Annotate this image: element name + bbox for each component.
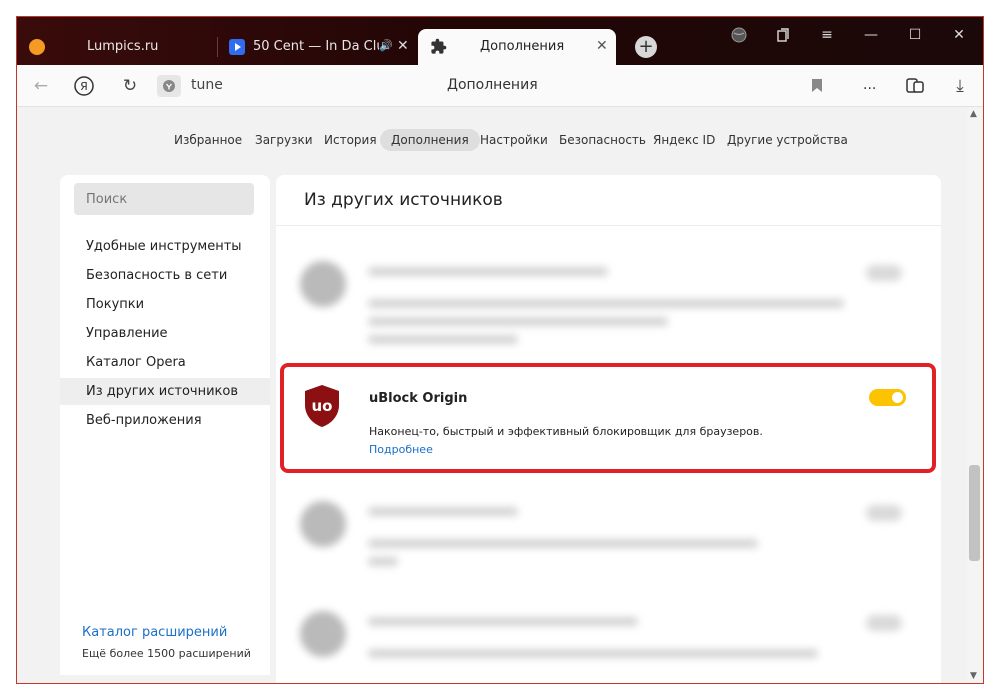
close-icon[interactable]: ✕ [397,38,409,54]
svg-text:Я: Я [80,80,88,93]
page-title: Дополнения [447,77,538,93]
globe-icon[interactable] [727,27,751,47]
title-bar: Lumpics.ru 50 Cent — In Da Club 🔊 ✕ Допо… [17,17,983,65]
bookmark-icon[interactable] [811,78,823,97]
new-tab-button[interactable]: + [635,36,657,58]
close-icon[interactable]: ✕ [596,38,608,54]
scroll-thumb[interactable] [969,465,980,561]
tab-extensions[interactable]: Дополнения ✕ [418,29,616,65]
tab-lumpics[interactable]: Lumpics.ru [25,29,215,65]
extension-description: Наконец-то, быстрый и эффективный блокир… [369,425,763,438]
url-text[interactable]: tune [191,77,223,93]
address-bar: ← Я ↻ tune Дополнения ... ⤓ [17,65,983,107]
extensions-panel: Из других источников uo uBlock Origin На… [276,175,941,683]
puzzle-icon [430,38,447,59]
toggle-knob [892,392,903,403]
sidebar-item-web-apps[interactable]: Веб-приложения [60,407,270,434]
blurred-extension-item [300,255,920,345]
page-scrollbar[interactable]: ▲ ▼ [967,107,983,683]
blurred-extension-item [300,495,920,585]
browser-window: Lumpics.ru 50 Cent — In Da Club 🔊 ✕ Допо… [16,16,984,684]
sidebar-item-shopping[interactable]: Покупки [60,291,270,318]
nav-settings[interactable]: Настройки [469,129,559,151]
sidebar-item-opera-catalog[interactable]: Каталог Opera [60,349,270,376]
tab-youtube[interactable]: 50 Cent — In Da Club 🔊 ✕ [223,29,413,65]
scroll-up-arrow-icon[interactable]: ▲ [970,109,977,119]
sidebar-item-tools[interactable]: Удобные инструменты [60,233,270,260]
nav-security[interactable]: Безопасность [548,129,657,151]
blurred-extension-item [300,605,920,683]
more-menu-button[interactable]: ... [863,77,876,93]
scroll-down-arrow-icon[interactable]: ▼ [970,671,977,681]
extension-highlight-frame [280,363,936,473]
extensions-toolbar-icon[interactable] [905,76,925,100]
ublock-shield-icon: uo [302,383,342,429]
yandex-logo-icon[interactable]: Я [73,75,95,97]
orange-circle-icon [29,39,45,55]
divider [276,225,941,226]
sidebar-item-management[interactable]: Управление [60,320,270,347]
extensions-catalog-link[interactable]: Каталог расширений [82,625,227,640]
sidebar-item-other-sources[interactable]: Из других источников [60,378,270,405]
section-title: Из других источников [304,190,503,210]
bookmarks-panel-icon[interactable] [771,27,795,47]
minimize-icon[interactable]: — [859,27,883,47]
sidebar-item-web-security[interactable]: Безопасность в сети [60,262,270,289]
site-shield-icon[interactable] [157,75,181,97]
back-arrow-icon[interactable]: ← [31,75,51,97]
svg-text:uo: uo [312,397,333,415]
extensions-sidebar: Удобные инструменты Безопасность в сети … [60,175,270,675]
extensions-catalog-subtitle: Ещё более 1500 расширений [82,647,251,660]
nav-favorites[interactable]: Избранное [163,129,253,151]
extension-name: uBlock Origin [369,391,468,406]
nav-yandex-id[interactable]: Яндекс ID [642,129,726,151]
speaker-icon[interactable]: 🔊 [379,39,393,52]
tab-separator [217,37,218,57]
nav-other-devices[interactable]: Другие устройства [716,129,859,151]
tab-label: Дополнения [480,39,565,54]
extension-toggle[interactable] [869,389,906,406]
reload-icon[interactable]: ↻ [119,75,141,97]
maximize-icon[interactable]: ☐ [903,27,927,47]
tab-label: 50 Cent — In Da Club [253,39,379,54]
download-icon[interactable]: ⤓ [949,75,971,97]
search-input[interactable] [74,183,254,215]
nav-history[interactable]: История [313,129,388,151]
nav-extensions[interactable]: Дополнения [380,129,480,151]
hamburger-menu-icon[interactable]: ≡ [815,27,839,47]
nav-downloads[interactable]: Загрузки [244,129,324,151]
settings-nav: Избранное Загрузки История Дополнения На… [17,129,967,151]
tab-label: Lumpics.ru [87,39,159,54]
extension-more-link[interactable]: Подробнее [369,443,433,456]
close-window-icon[interactable]: ✕ [947,27,971,47]
youtube-play-icon [229,39,245,55]
